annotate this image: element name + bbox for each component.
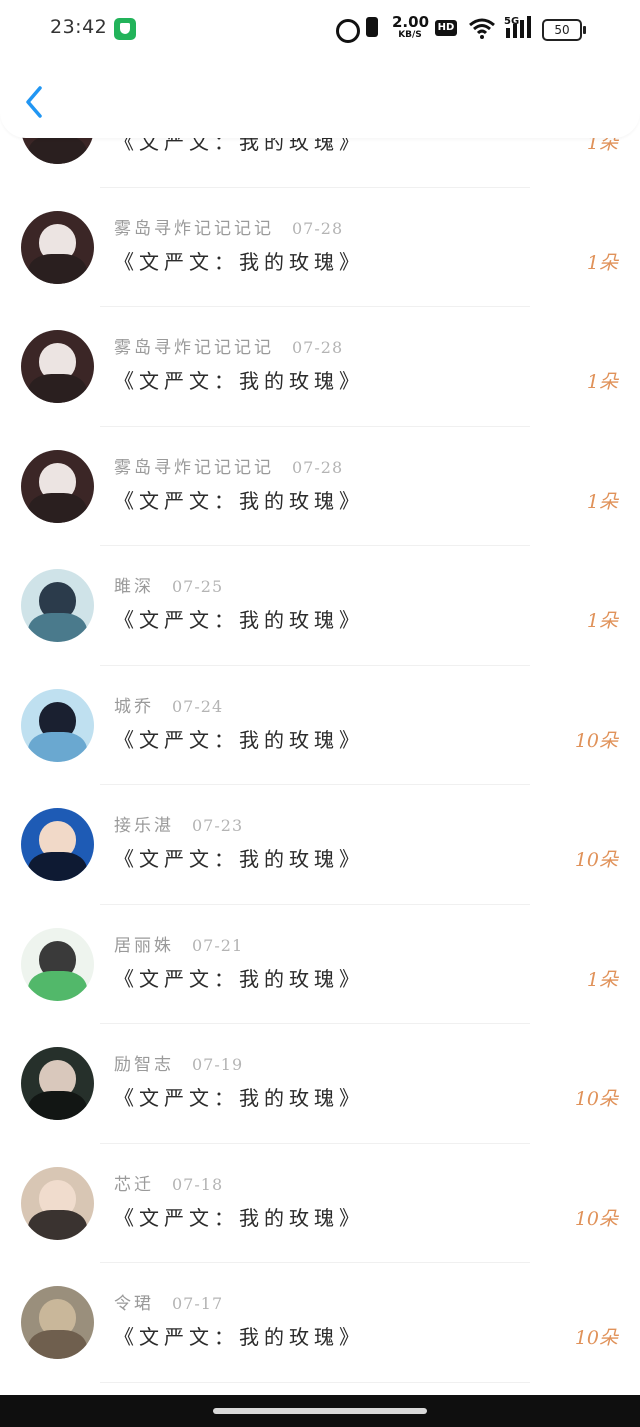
list-item[interactable]: 雎深 07-25 《文严文：我的玫瑰》 1朵 xyxy=(0,546,640,666)
avatar[interactable] xyxy=(21,330,94,403)
sender-meta: 接乐湛 07-23 xyxy=(114,811,243,836)
status-bar: 23:42 2.00 KB/S HD 5G 50 xyxy=(0,0,640,58)
gift-date: 07-21 xyxy=(192,935,244,955)
sender-meta: 城乔 07-24 xyxy=(114,692,223,717)
list-item[interactable]: 居丽姝 07-21 《文严文：我的玫瑰》 1朵 xyxy=(0,905,640,1024)
avatar[interactable] xyxy=(21,927,94,1001)
sender-meta: 雾岛寻炸记记记记 07-28 xyxy=(114,214,343,239)
work-title: 《文严文：我的玫瑰》 xyxy=(114,488,364,513)
rose-count: 10朵 xyxy=(574,1327,618,1349)
rose-count: 1朵 xyxy=(586,968,618,991)
rose-count: 10朵 xyxy=(574,1088,618,1110)
signal-icon: 5G xyxy=(504,16,531,38)
net-speed-value: 2.00 xyxy=(392,13,430,31)
work-title: 《文严文：我的玫瑰》 xyxy=(114,1205,364,1230)
battery-icon: 50 xyxy=(542,19,586,41)
top-nav-bar xyxy=(0,58,640,138)
vibrate-icon xyxy=(366,17,378,37)
rose-count: 10朵 xyxy=(574,1207,618,1230)
work-title: 《文严文：我的玫瑰》 xyxy=(114,727,364,752)
sender-meta: 雎深 07-25 xyxy=(114,572,223,597)
avatar[interactable] xyxy=(21,210,94,284)
avatar[interactable] xyxy=(21,449,94,523)
avatar[interactable] xyxy=(21,1047,94,1120)
avatar[interactable] xyxy=(21,1166,94,1240)
work-title: 《文严文：我的玫瑰》 xyxy=(114,249,364,274)
sender-meta: 励智志 07-19 xyxy=(114,1050,243,1075)
sender-name: 芯迁 xyxy=(114,1174,154,1195)
sender-name: 居丽姝 xyxy=(114,935,174,956)
wifi-icon xyxy=(469,18,495,39)
rose-count: 10朵 xyxy=(574,849,618,871)
list-item[interactable]: 令珺 07-17 《文严文：我的玫瑰》 10朵 xyxy=(0,1263,640,1383)
sender-name: 雾岛寻炸记记记记 xyxy=(114,218,274,239)
list-item[interactable]: 芯迁 07-18 《文严文：我的玫瑰》 10朵 xyxy=(0,1144,640,1263)
list-item[interactable]: 雾岛寻炸记记记记 07-28 《文严文：我的玫瑰》 1朵 xyxy=(0,188,640,307)
list-item[interactable]: 接乐湛 07-23 《文严文：我的玫瑰》 10朵 xyxy=(0,785,640,905)
work-title: 《文严文：我的玫瑰》 xyxy=(114,608,364,632)
rose-count: 1朵 xyxy=(586,371,618,393)
gift-date: 07-28 xyxy=(292,338,344,357)
gift-record-list: 《文严文：我的玫瑰》 1朵 雾岛寻炸记记记记 07-28 《文严文：我的玫瑰》 1朵 雾岛寻… xyxy=(0,0,640,1395)
home-indicator[interactable] xyxy=(213,1408,427,1414)
avatar[interactable] xyxy=(21,808,94,881)
sender-name: 励智志 xyxy=(114,1055,174,1075)
gift-date: 07-28 xyxy=(292,457,344,477)
shield-icon xyxy=(114,18,136,40)
gift-date: 07-18 xyxy=(172,1174,224,1194)
sender-meta: 令珺 07-17 xyxy=(114,1289,223,1314)
sender-name: 令珺 xyxy=(114,1294,154,1314)
chevron-left-icon[interactable] xyxy=(18,82,52,122)
gift-date: 07-28 xyxy=(292,218,344,238)
sender-meta: 芯迁 07-18 xyxy=(114,1170,223,1195)
list-item[interactable]: 雾岛寻炸记记记记 07-28 《文严文：我的玫瑰》 1朵 xyxy=(0,427,640,546)
sender-name: 城乔 xyxy=(114,696,154,717)
gift-date: 07-23 xyxy=(192,816,244,835)
avatar[interactable] xyxy=(21,569,94,642)
sender-meta: 居丽姝 07-21 xyxy=(114,931,243,956)
gift-date: 07-24 xyxy=(172,696,224,716)
avatar[interactable] xyxy=(21,1286,94,1359)
gift-date: 07-19 xyxy=(192,1055,244,1074)
rose-count: 10朵 xyxy=(574,729,618,752)
status-time: 23:42 xyxy=(50,16,108,38)
gift-date: 07-25 xyxy=(172,577,224,596)
list-item[interactable]: 城乔 07-24 《文严文：我的玫瑰》 10朵 xyxy=(0,666,640,785)
net-speed-unit: KB/S xyxy=(398,30,422,40)
sender-name: 雎深 xyxy=(114,577,154,597)
gift-date: 07-17 xyxy=(172,1294,224,1313)
sender-meta: 雾岛寻炸记记记记 07-28 xyxy=(114,333,343,358)
hd-icon: HD xyxy=(435,20,457,36)
rose-count: 1朵 xyxy=(586,490,618,513)
row-divider xyxy=(100,1381,530,1383)
rose-count: 1朵 xyxy=(586,251,618,274)
list-item[interactable]: 雾岛寻炸记记记记 07-28 《文严文：我的玫瑰》 1朵 xyxy=(0,307,640,427)
work-title: 《文严文：我的玫瑰》 xyxy=(114,1325,364,1349)
sender-meta: 雾岛寻炸记记记记 07-28 xyxy=(114,453,343,478)
rose-count: 1朵 xyxy=(586,610,618,632)
list-item[interactable]: 励智志 07-19 《文严文：我的玫瑰》 10朵 xyxy=(0,1024,640,1144)
system-nav-bar xyxy=(0,1395,640,1427)
work-title: 《文严文：我的玫瑰》 xyxy=(114,847,364,871)
avatar[interactable] xyxy=(21,688,94,762)
sender-name: 接乐湛 xyxy=(114,816,174,836)
net-speed: 2.00 KB/S xyxy=(392,13,430,41)
work-title: 《文严文：我的玫瑰》 xyxy=(114,966,364,991)
sender-name: 雾岛寻炸记记记记 xyxy=(114,338,274,358)
work-title: 《文严文：我的玫瑰》 xyxy=(114,369,364,393)
work-title: 《文严文：我的玫瑰》 xyxy=(114,1086,364,1110)
alarm-icon xyxy=(336,19,360,43)
sender-name: 雾岛寻炸记记记记 xyxy=(114,457,274,478)
